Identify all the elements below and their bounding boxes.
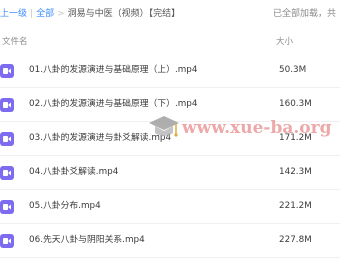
- file-row[interactable]: 02.八卦的发源演进与基础原理（下）.mp4 160.3M: [0, 88, 340, 122]
- column-header-name[interactable]: 文件名: [2, 34, 28, 50]
- file-list: 01.八卦的发源演进与基础原理（上）.mp4 50.3M 02.八卦的发源演进与…: [0, 54, 340, 258]
- file-size: 142.3M: [279, 167, 312, 177]
- file-row[interactable]: 01.八卦的发源演进与基础原理（上）.mp4 50.3M: [0, 54, 340, 88]
- video-file-icon: [0, 98, 14, 112]
- breadcrumb: 上一级 | 全部 > 洞易与中医（视频）【完结】 已全部加载，共: [0, 7, 340, 21]
- file-name[interactable]: 03.八卦的发源演进与卦爻解读.mp4: [29, 122, 171, 155]
- file-row[interactable]: 03.八卦的发源演进与卦爻解读.mp4 171.2M: [0, 122, 340, 156]
- file-list-header: 文件名 大小: [0, 34, 340, 50]
- breadcrumb-separator: |: [30, 9, 34, 19]
- column-header-size[interactable]: 大小: [276, 34, 293, 50]
- file-row[interactable]: 06.先天八卦与阴阳关系.mp4 227.8M: [0, 224, 340, 258]
- load-status-text: 已全部加载，共: [272, 9, 336, 19]
- file-name[interactable]: 02.八卦的发源演进与基础原理（下）.mp4: [29, 88, 198, 121]
- all-files-link[interactable]: 全部: [36, 9, 54, 19]
- file-row[interactable]: 04.八卦卦爻解读.mp4 142.3M: [0, 156, 340, 190]
- video-file-icon: [0, 234, 14, 248]
- video-file-icon: [0, 64, 14, 78]
- file-row[interactable]: 05.八卦分布.mp4 221.2M: [0, 190, 340, 224]
- video-file-icon: [0, 166, 14, 180]
- file-name[interactable]: 06.先天八卦与阴阳关系.mp4: [29, 224, 145, 257]
- file-size: 221.2M: [279, 201, 312, 211]
- file-size: 160.3M: [279, 99, 312, 109]
- file-name[interactable]: 04.八卦卦爻解读.mp4: [29, 156, 118, 189]
- video-file-icon: [0, 200, 14, 214]
- file-size: 171.2M: [279, 133, 312, 143]
- file-name[interactable]: 01.八卦的发源演进与基础原理（上）.mp4: [29, 54, 198, 87]
- breadcrumb-arrow: >: [57, 9, 65, 19]
- file-name[interactable]: 05.八卦分布.mp4: [29, 190, 101, 223]
- file-size: 227.8M: [279, 235, 312, 245]
- video-file-icon: [0, 132, 14, 146]
- up-level-link[interactable]: 上一级: [0, 9, 27, 19]
- file-size: 50.3M: [279, 65, 307, 75]
- current-folder-label: 洞易与中医（视频）【完结】: [67, 9, 181, 19]
